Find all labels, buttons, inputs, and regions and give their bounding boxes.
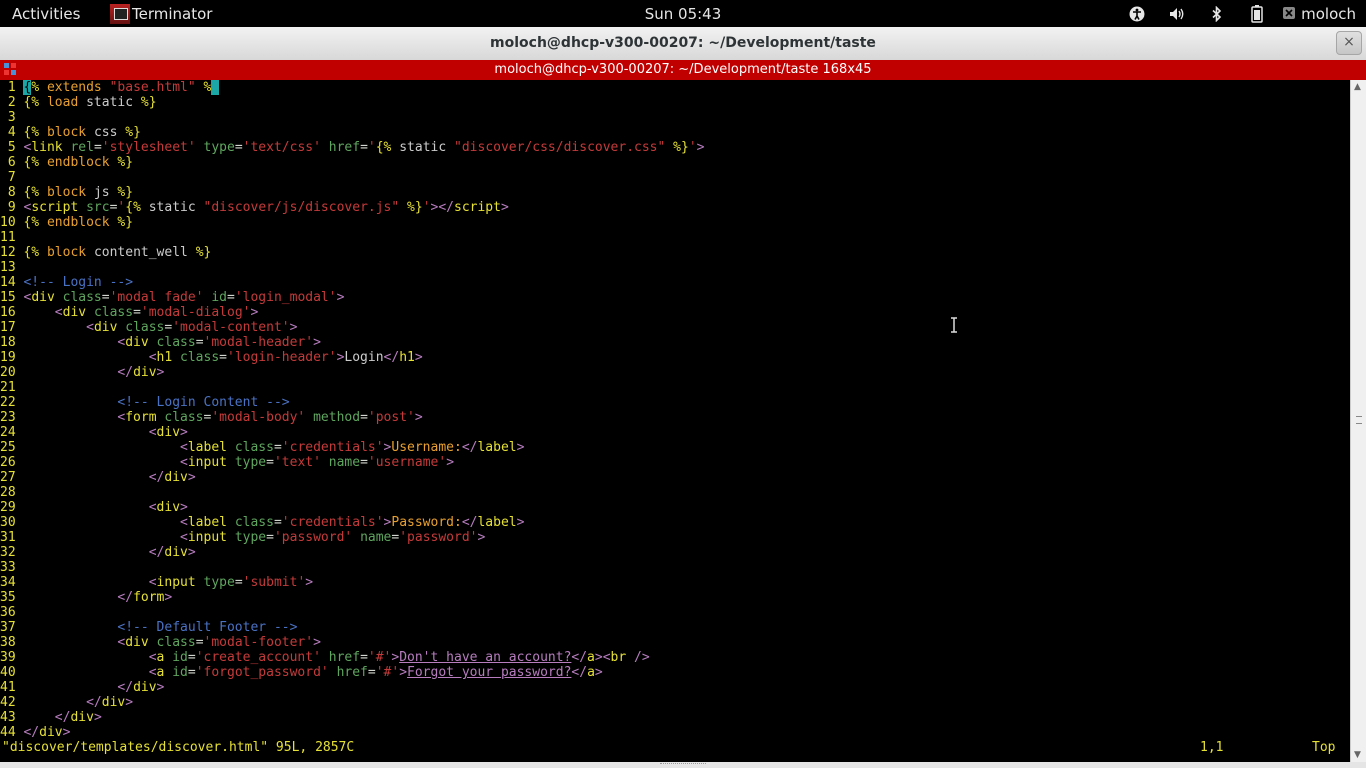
- status-filename: "discover/templates/discover.html" 95L, …: [2, 740, 355, 755]
- scroll-up-icon[interactable]: ▲: [1354, 82, 1361, 92]
- terminal-scrollbar[interactable]: ▲ ▼: [1350, 80, 1366, 762]
- app-menu[interactable]: Terminator: [110, 0, 212, 27]
- system-tray: moloch: [1117, 0, 1356, 27]
- ibeam-cursor-icon: [951, 317, 957, 333]
- window-title: moloch@dhcp-v300-00207: ~/Development/ta…: [490, 35, 876, 51]
- status-scroll-position: Top: [1312, 740, 1336, 755]
- window-bottom-edge: [0, 762, 1366, 768]
- app-menu-label: Terminator: [132, 4, 213, 23]
- battery-icon[interactable]: [1237, 0, 1277, 27]
- resize-handle[interactable]: [660, 763, 706, 767]
- close-icon[interactable]: ×: [1336, 31, 1362, 55]
- window-titlebar[interactable]: moloch@dhcp-v300-00207: ~/Development/ta…: [0, 27, 1366, 61]
- vim-buffer[interactable]: 1 {% extends "base.html" % 2 {% load sta…: [0, 80, 704, 740]
- user-name: moloch: [1301, 4, 1356, 23]
- terminal-title: moloch@dhcp-v300-00207: ~/Development/ta…: [494, 62, 872, 77]
- accessibility-icon[interactable]: [1117, 0, 1157, 27]
- scroll-down-icon[interactable]: ▼: [1354, 750, 1361, 760]
- volume-icon[interactable]: [1157, 0, 1197, 27]
- terminal-titlebar[interactable]: moloch@dhcp-v300-00207: ~/Development/ta…: [0, 60, 1366, 80]
- terminator-icon: [110, 3, 130, 24]
- vim-statusline: "discover/templates/discover.html" 95L, …: [0, 740, 1350, 755]
- user-menu[interactable]: moloch: [1283, 5, 1356, 23]
- status-cursor-position: 1,1: [1200, 740, 1224, 755]
- bluetooth-icon[interactable]: [1197, 0, 1237, 27]
- activities-button[interactable]: Activities: [12, 5, 80, 23]
- user-icon: [1283, 5, 1296, 23]
- clock[interactable]: Sun 05:43: [645, 5, 722, 23]
- scrollbar-grip[interactable]: [1356, 416, 1362, 424]
- top-bar: Activities Terminator Sun 05:43 moloch: [0, 0, 1366, 27]
- terminal-area[interactable]: 1 {% extends "base.html" % 2 {% load sta…: [0, 80, 1350, 762]
